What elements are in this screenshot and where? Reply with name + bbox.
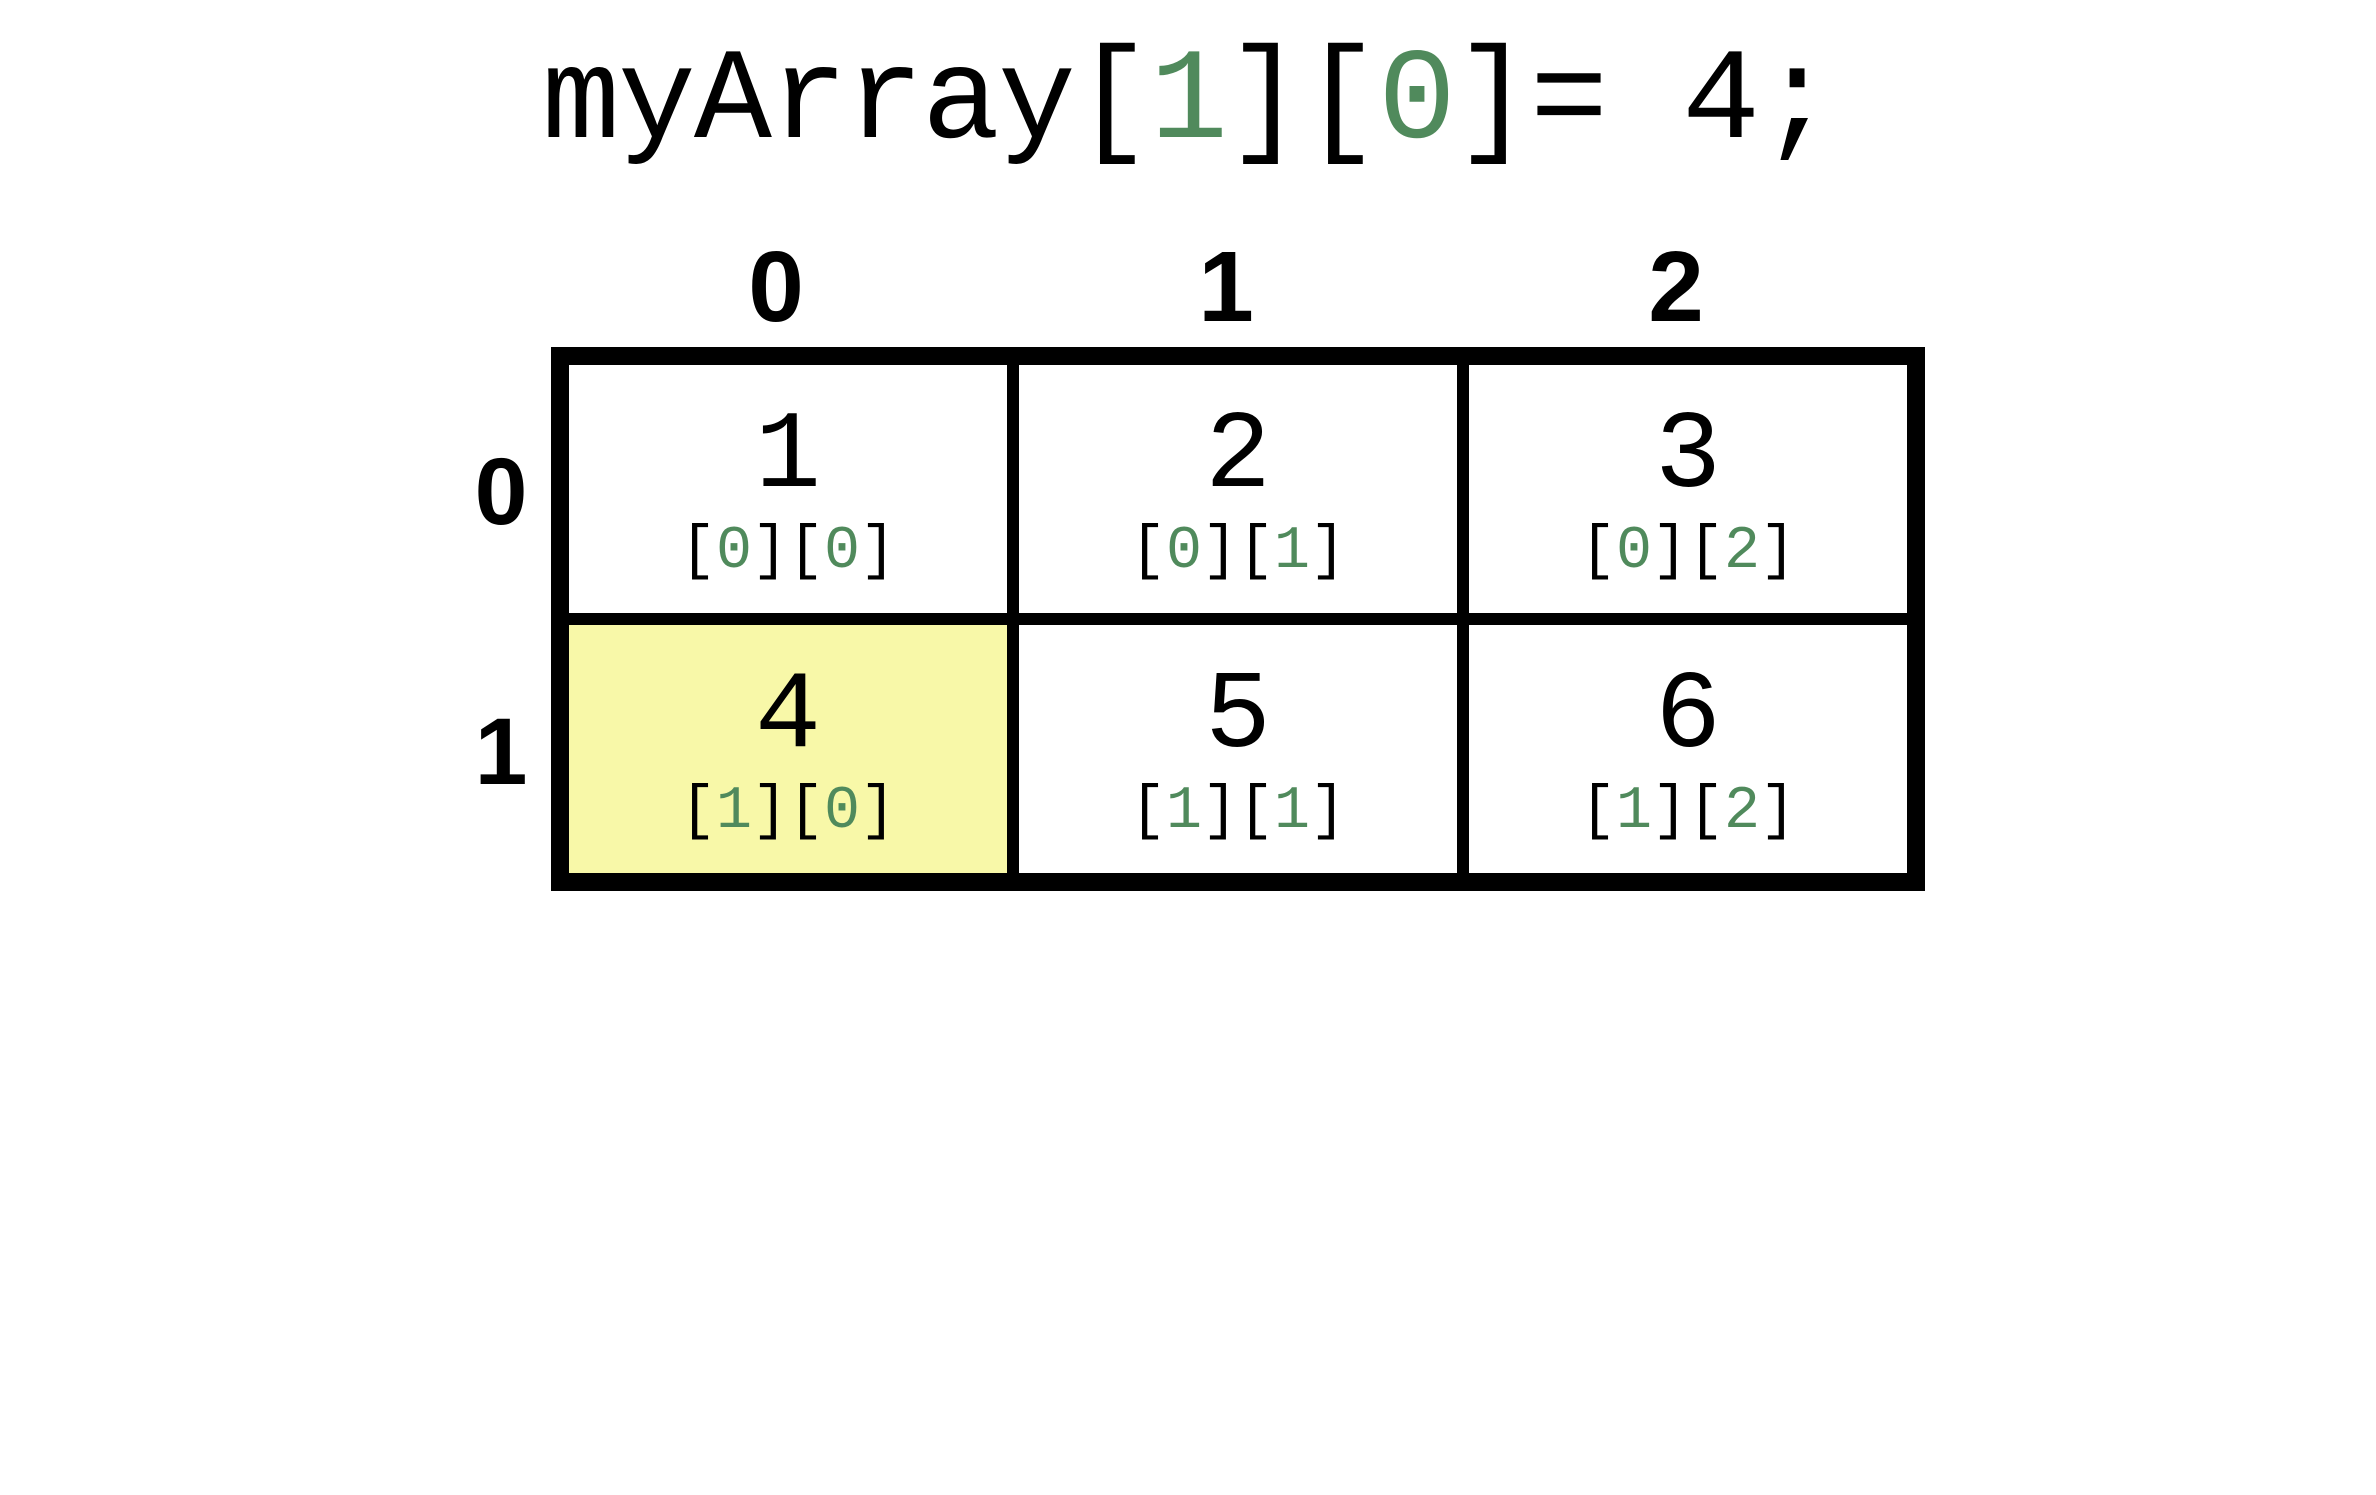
cell-index: [0][2] xyxy=(1580,518,1796,586)
title-suffix: ; xyxy=(1758,30,1834,177)
cell-index: [1][0] xyxy=(680,778,896,846)
array-grid: 1[0][0]2[0][1]3[0][2]4[1][0]5[1][1]6[1][… xyxy=(551,347,1925,891)
row-label-1: 1 xyxy=(451,622,551,882)
column-labels: 0 1 2 xyxy=(551,227,1925,347)
row-label-0: 0 xyxy=(451,362,551,622)
title-index-col: 0 xyxy=(1378,30,1454,177)
title-index-row: 1 xyxy=(1150,30,1226,177)
col-label-2: 2 xyxy=(1451,227,1901,347)
cell-1-2: 6[1][2] xyxy=(1463,619,1913,879)
cell-index: [0][0] xyxy=(680,518,896,586)
title-mid2: ]= xyxy=(1454,30,1682,177)
cell-0-0: 1[0][0] xyxy=(563,359,1013,619)
cell-index: [0][1] xyxy=(1130,518,1346,586)
table-wrapper: 0 1 2 1[0][0]2[0][1]3[0][2]4[1][0]5[1][1… xyxy=(551,227,1925,891)
cell-value: 3 xyxy=(1655,403,1721,513)
cell-index: [1][2] xyxy=(1580,778,1796,846)
cell-value: 1 xyxy=(755,403,821,513)
cell-value: 6 xyxy=(1655,663,1721,773)
array-grid-container: 0 1 0 1 2 1[0][0]2[0][1]3[0][2]4[1][0]5[… xyxy=(451,227,1925,891)
cell-1-0: 4[1][0] xyxy=(563,619,1013,879)
row-labels: 0 1 xyxy=(451,227,551,882)
title-prefix: myArray[ xyxy=(542,30,1150,177)
cell-0-1: 2[0][1] xyxy=(1013,359,1463,619)
title-mid1: ][ xyxy=(1226,30,1378,177)
cell-value: 2 xyxy=(1205,403,1271,513)
title-value: 4 xyxy=(1682,30,1758,177)
code-expression: myArray[1][0]= 4; xyxy=(542,30,1834,177)
cell-index: [1][1] xyxy=(1130,778,1346,846)
cell-1-1: 5[1][1] xyxy=(1013,619,1463,879)
cell-value: 5 xyxy=(1205,663,1271,773)
col-label-0: 0 xyxy=(551,227,1001,347)
cell-0-2: 3[0][2] xyxy=(1463,359,1913,619)
col-label-1: 1 xyxy=(1001,227,1451,347)
cell-value: 4 xyxy=(755,663,821,773)
